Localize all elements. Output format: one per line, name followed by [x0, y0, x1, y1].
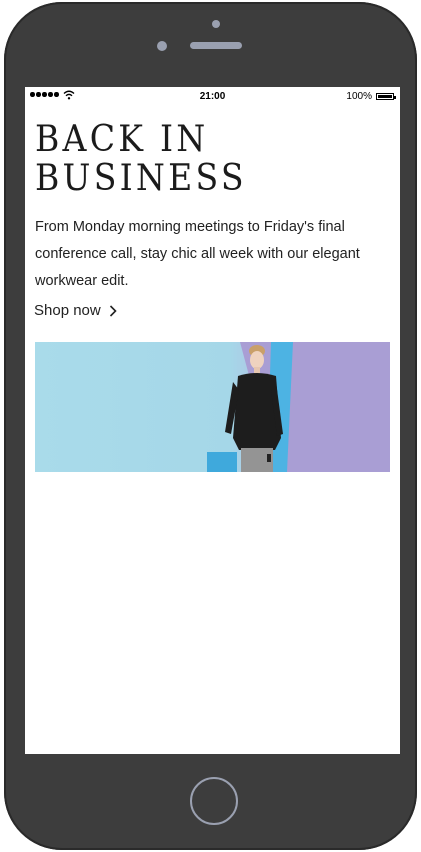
status-time: 21:00 — [199, 91, 226, 102]
phone-screen: 21:00 100% BACK IN BUSINESS From Monday … — [25, 87, 400, 754]
battery-percentage: 100% — [346, 91, 372, 102]
front-sensor — [212, 20, 220, 28]
hero-banner-image[interactable] — [35, 342, 390, 472]
battery-icon — [376, 93, 396, 100]
home-button[interactable] — [190, 777, 238, 825]
shop-now-link[interactable]: Shop now — [34, 302, 117, 319]
front-camera — [157, 41, 167, 51]
headline-line-2: BUSINESS — [35, 158, 247, 199]
shop-now-label: Shop now — [34, 302, 101, 319]
earpiece-speaker — [190, 42, 242, 49]
chevron-right-icon — [109, 304, 117, 317]
intro-text: From Monday morning meetings to Friday's… — [35, 219, 360, 289]
headline-line-1: BACK IN — [35, 119, 209, 160]
page-headline: BACK IN BUSINESS — [35, 120, 362, 198]
status-bar: 21:00 100% — [25, 87, 400, 107]
model-illustration — [207, 342, 390, 472]
